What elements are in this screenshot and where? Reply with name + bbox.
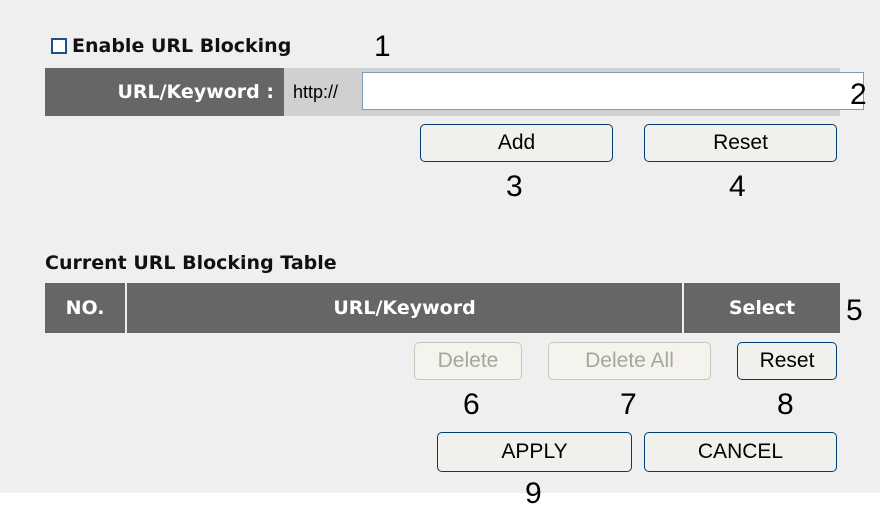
- enable-url-blocking-label: Enable URL Blocking: [72, 35, 292, 57]
- column-header-select: Select: [728, 297, 796, 319]
- marker-3: 3: [506, 170, 523, 203]
- marker-9: 9: [525, 477, 542, 510]
- marker-6: 6: [463, 388, 480, 421]
- marker-2: 2: [850, 78, 867, 111]
- marker-1: 1: [374, 30, 391, 63]
- cancel-button[interactable]: CANCEL: [644, 432, 837, 472]
- delete-button[interactable]: Delete: [414, 342, 522, 380]
- marker-4: 4: [729, 170, 746, 203]
- column-header-url-keyword: URL/Keyword: [333, 297, 476, 319]
- enable-url-blocking-row[interactable]: Enable URL Blocking: [51, 33, 291, 59]
- marker-8: 8: [777, 388, 794, 421]
- reset-button[interactable]: Reset: [644, 124, 837, 162]
- enable-url-blocking-checkbox[interactable]: [51, 38, 67, 54]
- table-title: Current URL Blocking Table: [45, 252, 337, 274]
- url-prefix: http://: [293, 81, 339, 102]
- settings-panel: Enable URL Blocking 1 URL/Keyword : http…: [0, 0, 880, 493]
- apply-button[interactable]: APPLY: [437, 432, 632, 472]
- table-header: NO. URL/Keyword Select: [45, 283, 840, 333]
- delete-all-button[interactable]: Delete All: [548, 342, 711, 380]
- marker-5: 5: [846, 294, 863, 327]
- url-keyword-input[interactable]: [362, 72, 864, 110]
- table-reset-button[interactable]: Reset: [737, 342, 837, 380]
- marker-7: 7: [620, 388, 637, 421]
- add-button[interactable]: Add: [420, 124, 613, 162]
- column-header-no: NO.: [65, 297, 105, 319]
- url-keyword-row: URL/Keyword : http://: [45, 68, 864, 116]
- url-keyword-label: URL/Keyword :: [45, 68, 284, 116]
